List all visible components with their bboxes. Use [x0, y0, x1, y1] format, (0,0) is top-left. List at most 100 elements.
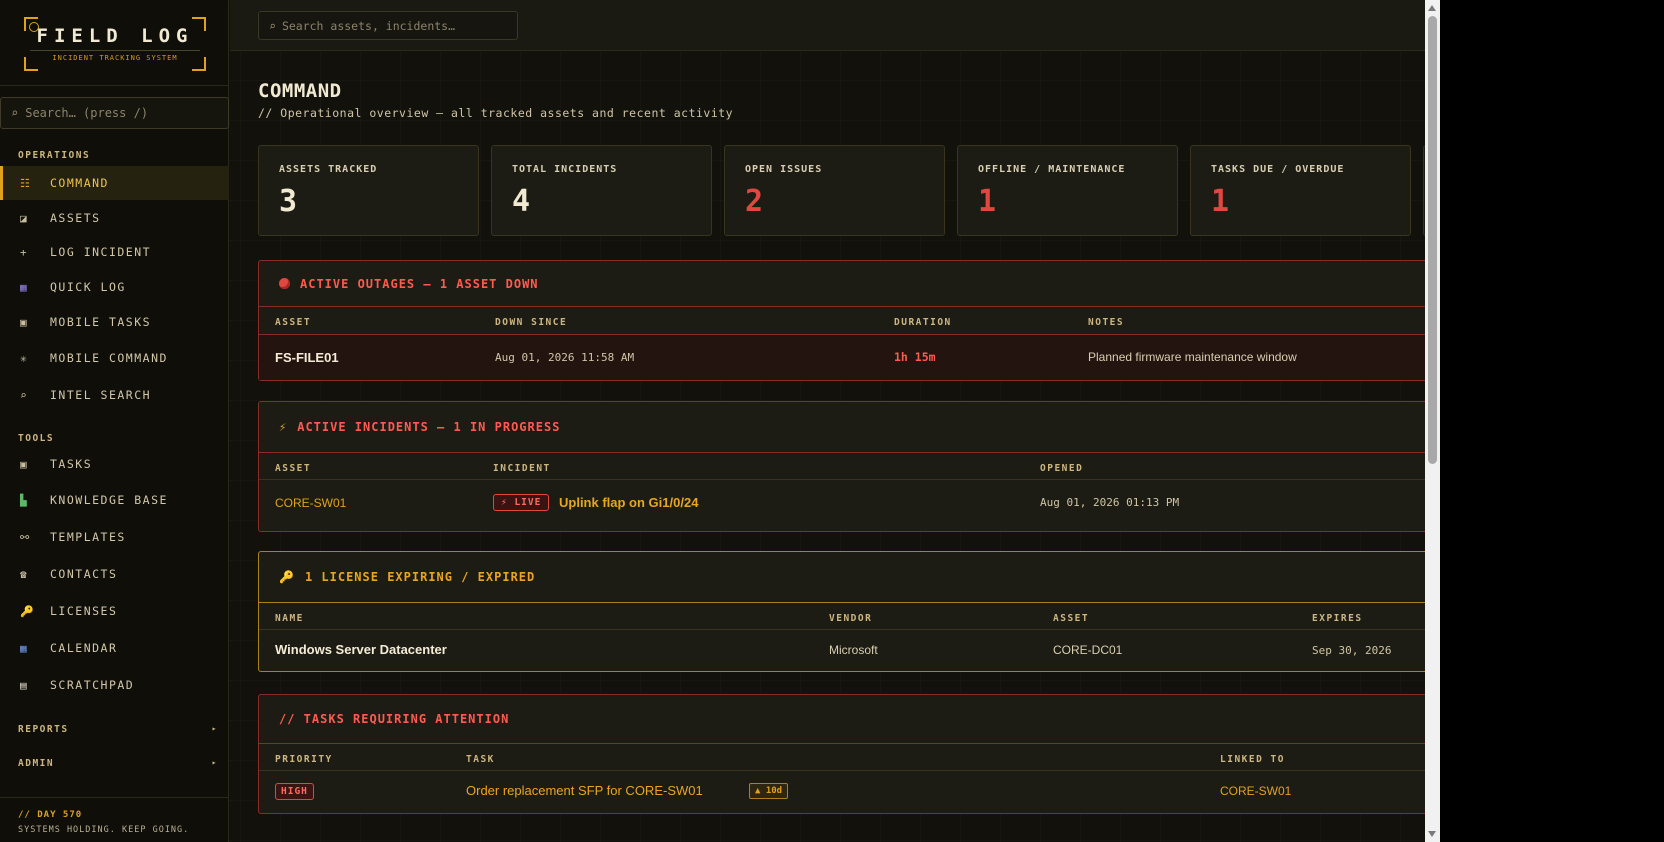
- incident-title-link[interactable]: Uplink flap on Gi1/0/24: [559, 495, 698, 510]
- sidebar-item-contacts[interactable]: ☎ CONTACTS: [0, 557, 229, 591]
- panel-header: // TASKS REQUIRING ATTENTION: [259, 695, 1440, 743]
- stat-card-offline-maintenance[interactable]: OFFLINE / MAINTENANCE 1: [957, 145, 1178, 236]
- panel-title: // TASKS REQUIRING ATTENTION: [279, 712, 510, 726]
- table-row[interactable]: FS-FILE01 Aug 01, 2026 11:58 AM 1h 15m P…: [259, 335, 1440, 380]
- group-label: ADMIN: [18, 758, 55, 769]
- sidebar-item-assets[interactable]: ◪ ASSETS: [0, 201, 229, 235]
- sidebar-item-calendar[interactable]: ▦ CALENDAR: [0, 631, 229, 665]
- stat-card-total-incidents[interactable]: TOTAL INCIDENTS 4: [491, 145, 712, 236]
- asset: CORE-DC01: [1053, 643, 1123, 657]
- global-search-input[interactable]: ⌕ Search assets, incidents…: [258, 11, 518, 40]
- checkbox-icon: ▣: [20, 315, 29, 329]
- live-badge: ⚡ LIVE: [493, 494, 550, 511]
- linked-asset-link[interactable]: CORE-SW01: [1220, 784, 1291, 798]
- stat-label: TOTAL INCIDENTS: [512, 164, 618, 175]
- scroll-down-arrow-icon[interactable]: [1428, 831, 1436, 837]
- app-logo[interactable]: FIELD LOG INCIDENT TRACKING SYSTEM: [24, 17, 206, 71]
- stat-label: OPEN ISSUES: [745, 164, 823, 175]
- priority-label: HIGH: [275, 783, 314, 800]
- tasks-panel: // TASKS REQUIRING ATTENTION PRIORITY TA…: [258, 694, 1440, 814]
- sidebar-group-admin[interactable]: ADMIN ▸: [18, 758, 218, 769]
- sidebar-item-quick-log[interactable]: ▦ QUICK LOG: [0, 270, 229, 304]
- opened-time: Aug 01, 2026 01:13 PM: [1040, 496, 1180, 509]
- panel-title: ACTIVE OUTAGES — 1 ASSET DOWN: [300, 276, 539, 291]
- sidebar-item-licenses[interactable]: 🔑 LICENSES: [0, 594, 229, 628]
- column-header: ASSET: [275, 317, 312, 328]
- sidebar-item-log-incident[interactable]: + LOG INCIDENT: [0, 235, 229, 269]
- notepad-icon: ▦: [20, 280, 29, 294]
- sidebar-item-tasks[interactable]: ▣ TASKS: [0, 447, 229, 481]
- stat-card-tasks-due[interactable]: TASKS DUE / OVERDUE 1: [1190, 145, 1411, 236]
- checkbox-icon: ▣: [20, 457, 29, 471]
- column-header: ASSET: [275, 463, 312, 474]
- chevron-right-icon: ▸: [211, 724, 218, 733]
- stat-value: 1: [1211, 184, 1230, 219]
- page-title: COMMAND: [258, 80, 342, 102]
- phone-icon: ☎: [20, 567, 29, 581]
- stat-card-assets-tracked[interactable]: ASSETS TRACKED 3: [258, 145, 479, 236]
- app-title: FIELD LOG: [36, 25, 194, 47]
- table-header-row: PRIORITY TASK LINKED TO: [259, 743, 1440, 771]
- panel-header: ACTIVE OUTAGES — 1 ASSET DOWN: [259, 261, 1440, 306]
- down-since: Aug 01, 2026 11:58 AM: [495, 351, 635, 364]
- sidebar-item-intel-search[interactable]: ⌕ INTEL SEARCH: [0, 378, 229, 412]
- table-row[interactable]: Windows Server Datacenter Microsoft CORE…: [259, 630, 1440, 671]
- sidebar: FIELD LOG INCIDENT TRACKING SYSTEM ⌕ Sea…: [0, 0, 229, 842]
- column-header: PRIORITY: [275, 754, 333, 765]
- table-row[interactable]: HIGH Order replacement SFP for CORE-SW01…: [259, 771, 1440, 813]
- incidents-panel: ⚡ ACTIVE INCIDENTS — 1 IN PROGRESS ASSET…: [258, 401, 1440, 532]
- sidebar-item-knowledge-base[interactable]: ▙ KNOWLEDGE BASE: [0, 483, 229, 517]
- sidebar-item-templates[interactable]: ⚯ TEMPLATES: [0, 520, 229, 554]
- sidebar-search-input[interactable]: ⌕ Search… (press /): [0, 97, 229, 129]
- asset-link[interactable]: CORE-SW01: [275, 496, 346, 510]
- licenses-panel: 🔑 1 LICENSE EXPIRING / EXPIRED NAME VEND…: [258, 551, 1440, 672]
- red-circle-icon: [279, 278, 290, 289]
- stat-label: ASSETS TRACKED: [279, 164, 378, 175]
- column-header: ASSET: [1053, 613, 1090, 624]
- panel-title: 1 LICENSE EXPIRING / EXPIRED: [304, 570, 536, 584]
- license-name[interactable]: Windows Server Datacenter: [275, 642, 447, 657]
- column-header: NOTES: [1088, 317, 1125, 328]
- status-badge: ⚡ LIVE: [493, 494, 550, 511]
- sidebar-item-mobile-tasks[interactable]: ▣ MOBILE TASKS: [0, 305, 229, 339]
- column-header: OPENED: [1040, 463, 1084, 474]
- badge-label: LIVE: [514, 497, 542, 508]
- link-icon: ⚯: [20, 530, 31, 544]
- expires: Sep 30, 2026: [1312, 644, 1392, 657]
- asset-name[interactable]: FS-FILE01: [275, 350, 339, 365]
- divider: [0, 797, 229, 798]
- asset-icon: ◪: [20, 211, 29, 225]
- sidebar-item-label: ASSETS: [50, 211, 101, 225]
- column-header: VENDOR: [829, 613, 873, 624]
- vertical-scrollbar[interactable]: [1425, 0, 1440, 842]
- table-row[interactable]: CORE-SW01 ⚡ LIVE Uplink flap on Gi1/0/24…: [259, 480, 1440, 530]
- scroll-up-arrow-icon[interactable]: [1428, 5, 1436, 11]
- table-header-row: ASSET DOWN SINCE DURATION NOTES: [259, 306, 1440, 335]
- scrollbar-thumb[interactable]: [1428, 16, 1437, 464]
- key-icon: 🔑: [20, 604, 36, 618]
- plus-icon: +: [20, 245, 29, 259]
- sidebar-item-mobile-command[interactable]: ✳ MOBILE COMMAND: [0, 341, 229, 375]
- sidebar-item-command[interactable]: ☷ COMMAND: [0, 166, 229, 200]
- sidebar-group-reports[interactable]: REPORTS ▸: [18, 724, 218, 735]
- duration: 1h 15m: [894, 350, 936, 364]
- column-header: EXPIRES: [1312, 613, 1363, 624]
- sidebar-item-label: TASKS: [50, 457, 93, 471]
- sidebar-item-scratchpad[interactable]: ▤ SCRATCHPAD: [0, 668, 229, 702]
- stat-value: 3: [279, 184, 298, 219]
- panel-header: 🔑 1 LICENSE EXPIRING / EXPIRED: [259, 552, 1440, 602]
- search-icon: ⌕: [269, 18, 276, 33]
- global-search-placeholder: Search assets, incidents…: [281, 18, 456, 33]
- sidebar-item-label: LICENSES: [50, 604, 118, 618]
- table-header-row: ASSET INCIDENT OPENED: [259, 452, 1440, 480]
- task-title-link[interactable]: Order replacement SFP for CORE-SW01: [466, 783, 703, 798]
- notes: Planned firmware maintenance window: [1088, 350, 1297, 364]
- stat-card-open-issues[interactable]: OPEN ISSUES 2: [724, 145, 945, 236]
- sidebar-item-label: SCRATCHPAD: [50, 678, 135, 692]
- group-label: REPORTS: [18, 724, 69, 735]
- search-icon: ⌕: [20, 388, 29, 402]
- priority-badge: HIGH: [275, 783, 314, 800]
- column-header: LINKED TO: [1220, 754, 1285, 765]
- lightning-icon: ⚡: [279, 420, 288, 434]
- top-bar: ⌕ Search assets, incidents…: [230, 0, 1440, 51]
